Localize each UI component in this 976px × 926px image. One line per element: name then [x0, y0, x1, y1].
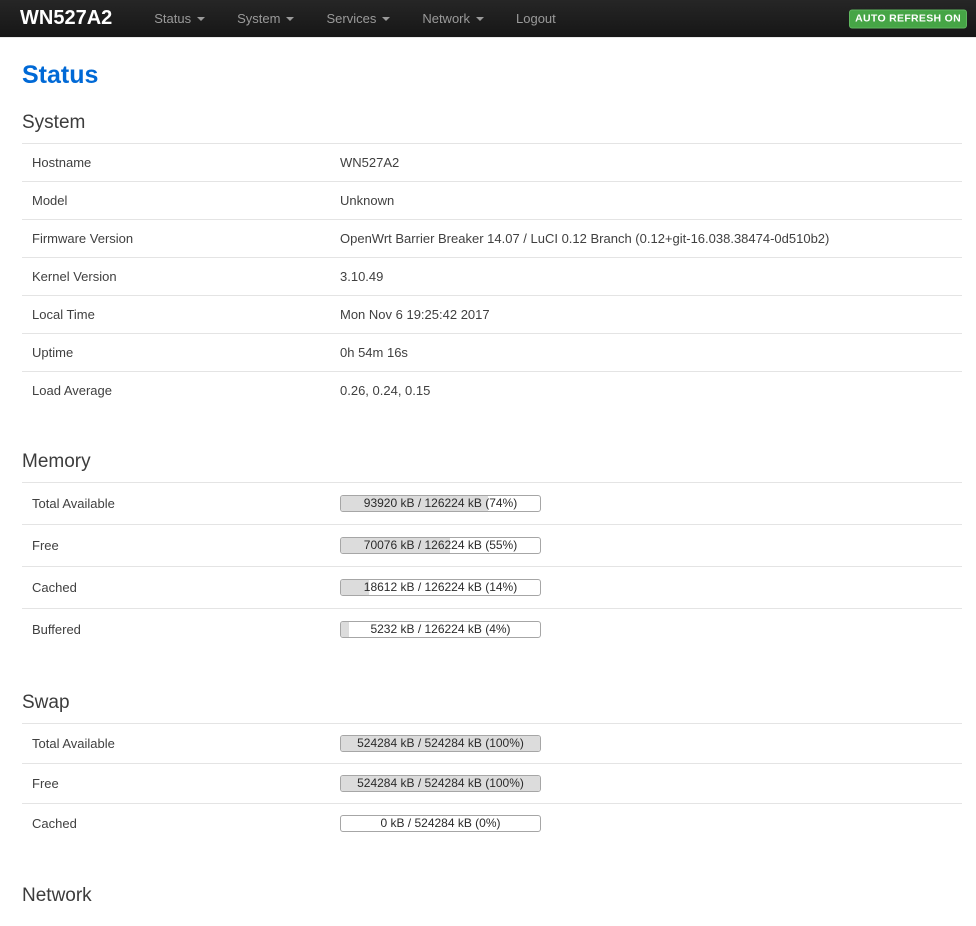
memory-buffered-progressbar: 5232 kB / 126224 kB (4%) [340, 621, 541, 638]
nav-item-system[interactable]: System [221, 0, 310, 38]
row-label: Model [22, 182, 340, 220]
nav-item-label: Status [154, 12, 191, 26]
row-value: Unknown [340, 182, 962, 220]
row-label: Load Average [22, 372, 340, 410]
row-label: Cached [22, 567, 340, 609]
row-label: Kernel Version [22, 258, 340, 296]
nav-item-label: System [237, 12, 280, 26]
progressbar-text: 18612 kB / 126224 kB (14%) [341, 580, 540, 595]
table-row: Buffered 5232 kB / 126224 kB (4%) [22, 609, 962, 651]
row-label: Hostname [22, 144, 340, 182]
row-value: Mon Nov 6 19:25:42 2017 [340, 296, 962, 334]
progressbar-text: 0 kB / 524284 kB (0%) [341, 816, 540, 831]
row-value: 0h 54m 16s [340, 334, 962, 372]
progressbar-text: 70076 kB / 126224 kB (55%) [341, 538, 540, 553]
progressbar-text: 524284 kB / 524284 kB (100%) [341, 776, 540, 791]
nav-item-label: Services [326, 12, 376, 26]
row-label: Total Available [22, 483, 340, 525]
table-row: Cached 18612 kB / 126224 kB (14%) [22, 567, 962, 609]
row-label: Free [22, 764, 340, 804]
row-value: OpenWrt Barrier Breaker 14.07 / LuCI 0.1… [340, 220, 962, 258]
section-title-swap: Swap [22, 692, 962, 713]
system-table: Hostname WN527A2 Model Unknown Firmware … [22, 143, 962, 409]
row-label: Free [22, 525, 340, 567]
row-value: 3.10.49 [340, 258, 962, 296]
nav-item-label: Logout [516, 12, 556, 26]
progressbar-text: 93920 kB / 126224 kB (74%) [341, 496, 540, 511]
swap-free-progressbar: 524284 kB / 524284 kB (100%) [340, 775, 541, 792]
table-row: Free 70076 kB / 126224 kB (55%) [22, 525, 962, 567]
page-title: Status [22, 62, 962, 89]
memory-cached-progressbar: 18612 kB / 126224 kB (14%) [340, 579, 541, 596]
table-row: Hostname WN527A2 [22, 144, 962, 182]
chevron-down-icon [382, 17, 390, 21]
nav-item-label: Network [422, 12, 470, 26]
row-value: WN527A2 [340, 144, 962, 182]
row-label: Local Time [22, 296, 340, 334]
table-row: Load Average 0.26, 0.24, 0.15 [22, 372, 962, 410]
table-row: Cached 0 kB / 524284 kB (0%) [22, 804, 962, 844]
table-row: Local Time Mon Nov 6 19:25:42 2017 [22, 296, 962, 334]
chevron-down-icon [476, 17, 484, 21]
swap-table: Total Available 524284 kB / 524284 kB (1… [22, 723, 962, 843]
row-label: Cached [22, 804, 340, 844]
progressbar-text: 524284 kB / 524284 kB (100%) [341, 736, 540, 751]
section-title-system: System [22, 112, 962, 133]
table-row: Model Unknown [22, 182, 962, 220]
row-label: Uptime [22, 334, 340, 372]
main-content: Status System Hostname WN527A2 Model Unk… [0, 62, 976, 926]
section-title-memory: Memory [22, 451, 962, 472]
chevron-down-icon [197, 17, 205, 21]
swap-total-progressbar: 524284 kB / 524284 kB (100%) [340, 735, 541, 752]
memory-free-progressbar: 70076 kB / 126224 kB (55%) [340, 537, 541, 554]
table-row: Uptime 0h 54m 16s [22, 334, 962, 372]
table-row: Kernel Version 3.10.49 [22, 258, 962, 296]
table-row: Total Available 93920 kB / 126224 kB (74… [22, 483, 962, 525]
row-label: Total Available [22, 724, 340, 764]
table-row: Firmware Version OpenWrt Barrier Breaker… [22, 220, 962, 258]
brand-link[interactable]: WN527A2 [0, 7, 138, 30]
nav-item-status[interactable]: Status [138, 0, 221, 38]
row-label: Firmware Version [22, 220, 340, 258]
row-label: Buffered [22, 609, 340, 651]
section-title-network: Network [22, 885, 962, 906]
nav-item-logout[interactable]: Logout [500, 0, 572, 38]
table-row: Total Available 524284 kB / 524284 kB (1… [22, 724, 962, 764]
swap-cached-progressbar: 0 kB / 524284 kB (0%) [340, 815, 541, 832]
top-navbar: WN527A2 Status System Services Network L… [0, 0, 976, 38]
table-row: Free 524284 kB / 524284 kB (100%) [22, 764, 962, 804]
progressbar-text: 5232 kB / 126224 kB (4%) [341, 622, 540, 637]
nav-item-network[interactable]: Network [406, 0, 500, 38]
chevron-down-icon [286, 17, 294, 21]
memory-total-progressbar: 93920 kB / 126224 kB (74%) [340, 495, 541, 512]
memory-table: Total Available 93920 kB / 126224 kB (74… [22, 482, 962, 650]
row-value: 0.26, 0.24, 0.15 [340, 372, 962, 410]
nav-item-services[interactable]: Services [310, 0, 406, 38]
auto-refresh-badge[interactable]: AUTO REFRESH ON [849, 9, 967, 28]
